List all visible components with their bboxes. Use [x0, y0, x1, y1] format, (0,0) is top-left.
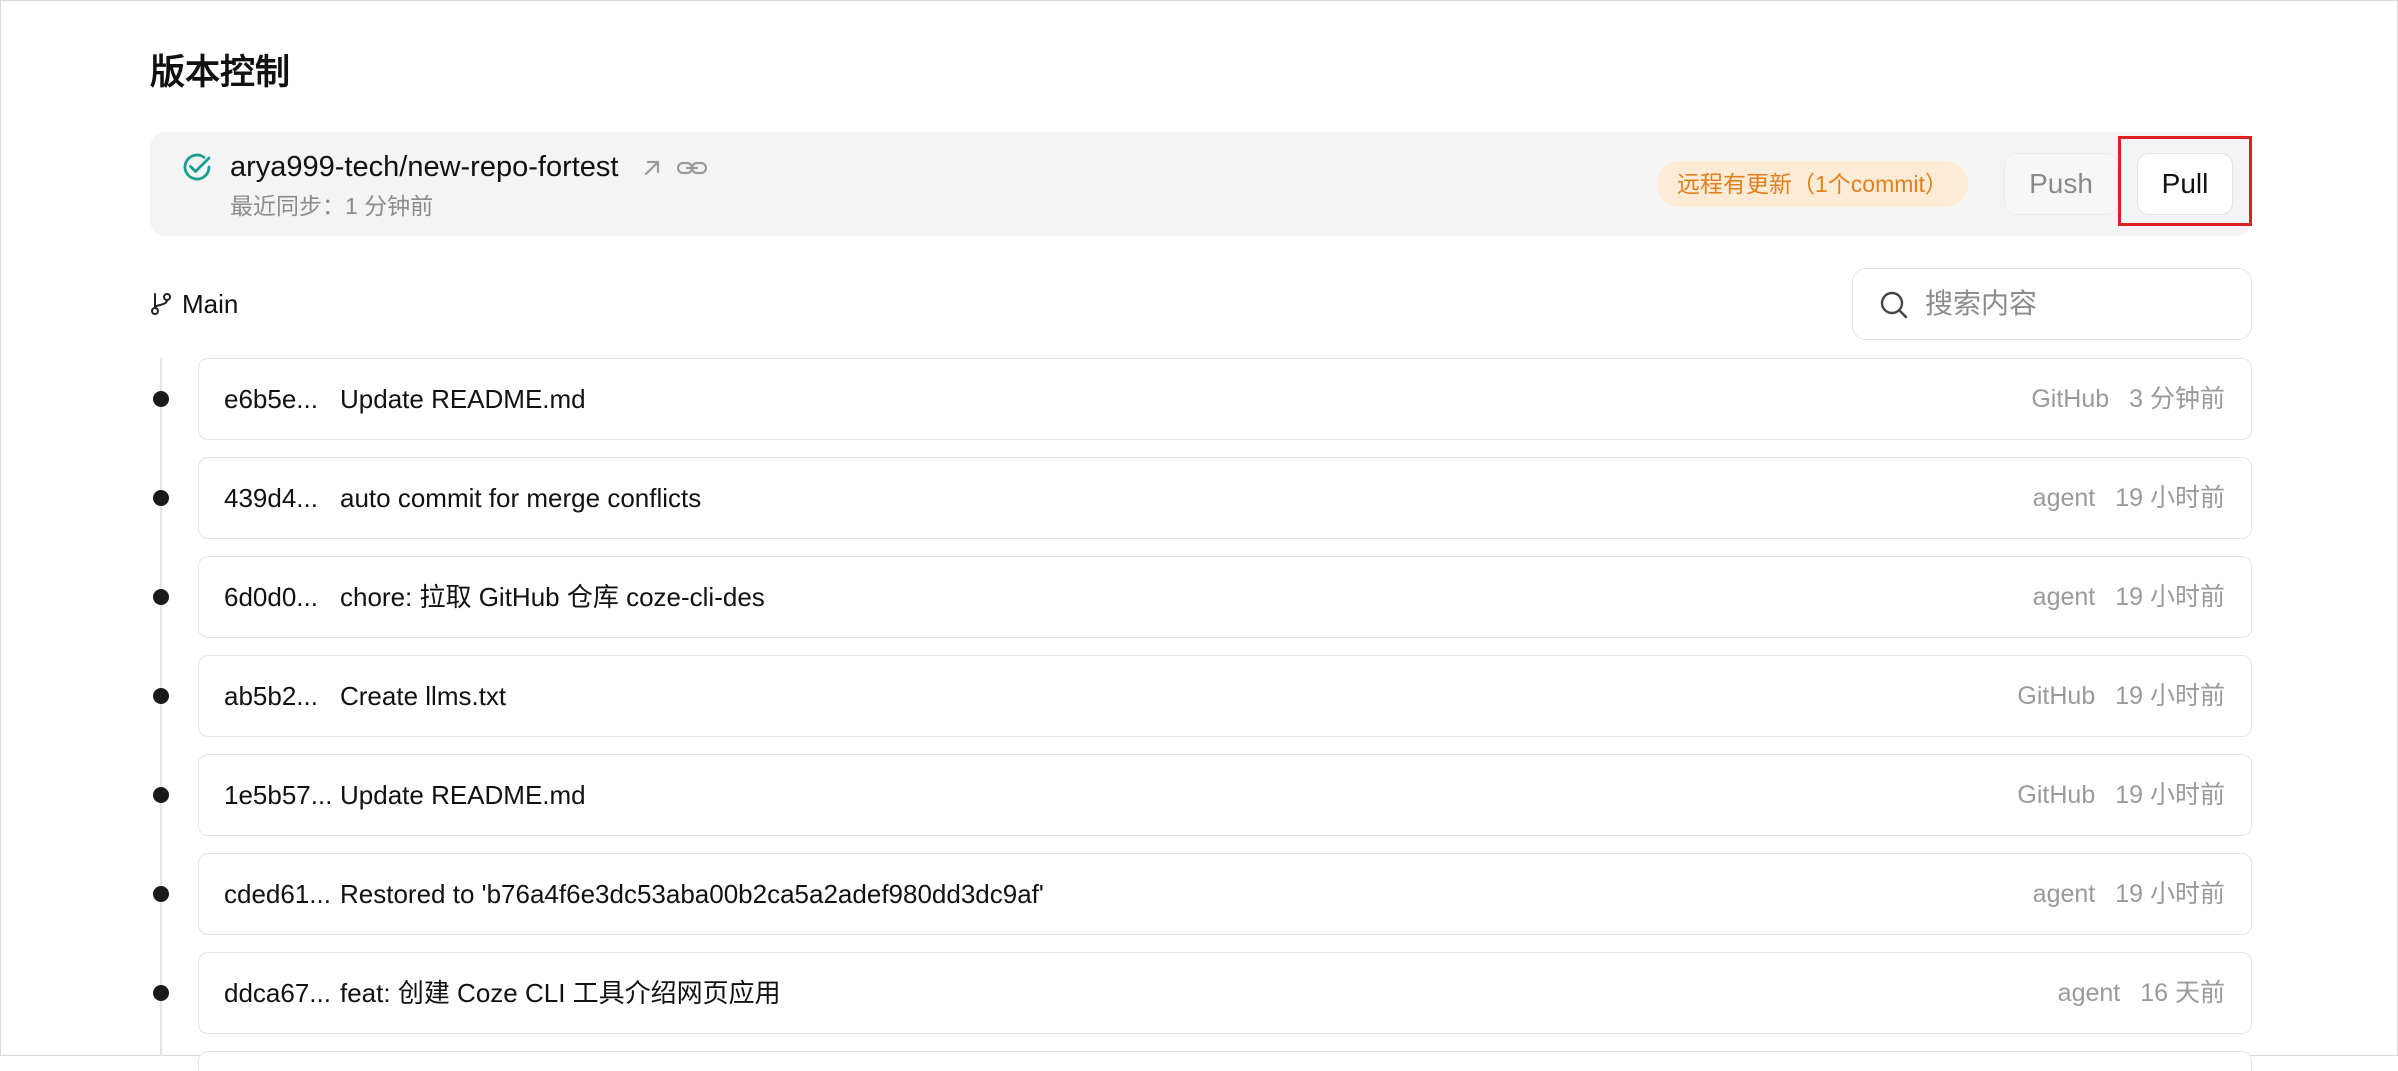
- commit-row[interactable]: 1e5b57... Update README.md GitHub 19 小时前: [198, 754, 2252, 836]
- commit-author: agent: [2032, 880, 2096, 908]
- commit-time: 16 天前: [2140, 979, 2225, 1007]
- commit-author: agent: [2032, 484, 2096, 512]
- commit-message: chore: 拉取 GitHub 仓库 coze-cli-des: [340, 582, 765, 612]
- commit-meta: agent 19 小时前: [2033, 557, 2225, 637]
- commit-message: Update README.md: [340, 780, 586, 810]
- commit-dot: [153, 688, 169, 704]
- commit-author: GitHub: [2017, 682, 2096, 710]
- push-button[interactable]: Push: [2004, 153, 2118, 215]
- commit-dot: [153, 886, 169, 902]
- search-box[interactable]: [1852, 268, 2252, 340]
- timeline-line: [160, 358, 162, 1056]
- commit-hash: 1e5b57...: [224, 780, 333, 810]
- commit-time: 19 小时前: [2115, 781, 2225, 809]
- commit-hash: 6d0d0...: [224, 582, 318, 612]
- repo-banner: arya999-tech/new-repo-fortest 最近同步：1 分钟前…: [150, 132, 2252, 236]
- repo-name[interactable]: arya999-tech/new-repo-fortest: [230, 148, 618, 186]
- commit-dot: [153, 490, 169, 506]
- commit-hash: 439d4...: [224, 483, 318, 513]
- commit-time: 19 小时前: [2115, 880, 2225, 908]
- commit-dot: [153, 391, 169, 407]
- commit-author: GitHub: [2017, 781, 2096, 809]
- commit-meta: agent 16 天前: [2058, 953, 2225, 1033]
- commit-dot: [153, 589, 169, 605]
- commit-row[interactable]: e6b5e... Update README.md GitHub 3 分钟前: [198, 358, 2252, 440]
- commit-row[interactable]: 6d0d0... chore: 拉取 GitHub 仓库 coze-cli-des…: [198, 556, 2252, 638]
- commit-row[interactable]: ab5b2... Create llms.txt GitHub 19 小时前: [198, 655, 2252, 737]
- remote-update-badge: 远程有更新（1个commit）: [1657, 161, 1968, 207]
- pull-highlight-box: [2118, 136, 2252, 226]
- commit-dot: [153, 787, 169, 803]
- branch-selector[interactable]: Main: [150, 286, 238, 322]
- commit-row-partial: [198, 1051, 2252, 1071]
- commit-message: Restored to 'b76a4f6e3dc53aba00b2ca5a2ad…: [340, 879, 1044, 909]
- commit-meta: GitHub 19 小时前: [2017, 755, 2225, 835]
- commit-message: Update README.md: [340, 384, 586, 414]
- page-title: 版本控制: [150, 53, 291, 92]
- commit-hash: e6b5e...: [224, 384, 318, 414]
- commit-time: 3 分钟前: [2129, 385, 2225, 413]
- external-link-icon[interactable]: [638, 154, 666, 182]
- commit-message: auto commit for merge conflicts: [340, 483, 702, 513]
- search-icon: [1880, 291, 1908, 319]
- commit-meta: GitHub 19 小时前: [2017, 656, 2225, 736]
- commit-time: 19 小时前: [2115, 682, 2225, 710]
- git-branch-icon: [151, 293, 171, 315]
- commit-time: 19 小时前: [2115, 583, 2225, 611]
- search-input[interactable]: [1925, 283, 2225, 325]
- last-sync-text: 最近同步：1 分钟前: [230, 193, 434, 219]
- commit-hash: ddca67...: [224, 978, 331, 1008]
- commit-author: GitHub: [2031, 385, 2110, 413]
- commit-author: agent: [2032, 583, 2096, 611]
- commit-meta: GitHub 3 分钟前: [2031, 359, 2225, 439]
- commit-dot: [153, 985, 169, 1001]
- commit-row[interactable]: ddca67... feat: 创建 Coze CLI 工具介绍网页应用 agent…: [198, 952, 2252, 1034]
- commit-message: feat: 创建 Coze CLI 工具介绍网页应用: [340, 978, 781, 1008]
- link-icon[interactable]: [676, 154, 708, 182]
- commit-meta: agent 19 小时前: [2033, 458, 2225, 538]
- check-circle-icon: [183, 153, 211, 181]
- commit-row[interactable]: 439d4... auto commit for merge conflicts a…: [198, 457, 2252, 539]
- branch-name: Main: [182, 288, 239, 319]
- commit-author: agent: [2057, 979, 2121, 1007]
- commit-hash: ab5b2...: [224, 681, 318, 711]
- commit-hash: cded61...: [224, 879, 331, 909]
- commit-message: Create llms.txt: [340, 681, 507, 711]
- commit-time: 19 小时前: [2115, 484, 2225, 512]
- commit-meta: agent 19 小时前: [2033, 854, 2225, 934]
- commit-row[interactable]: cded61... Restored to 'b76a4f6e3dc53aba00…: [198, 853, 2252, 935]
